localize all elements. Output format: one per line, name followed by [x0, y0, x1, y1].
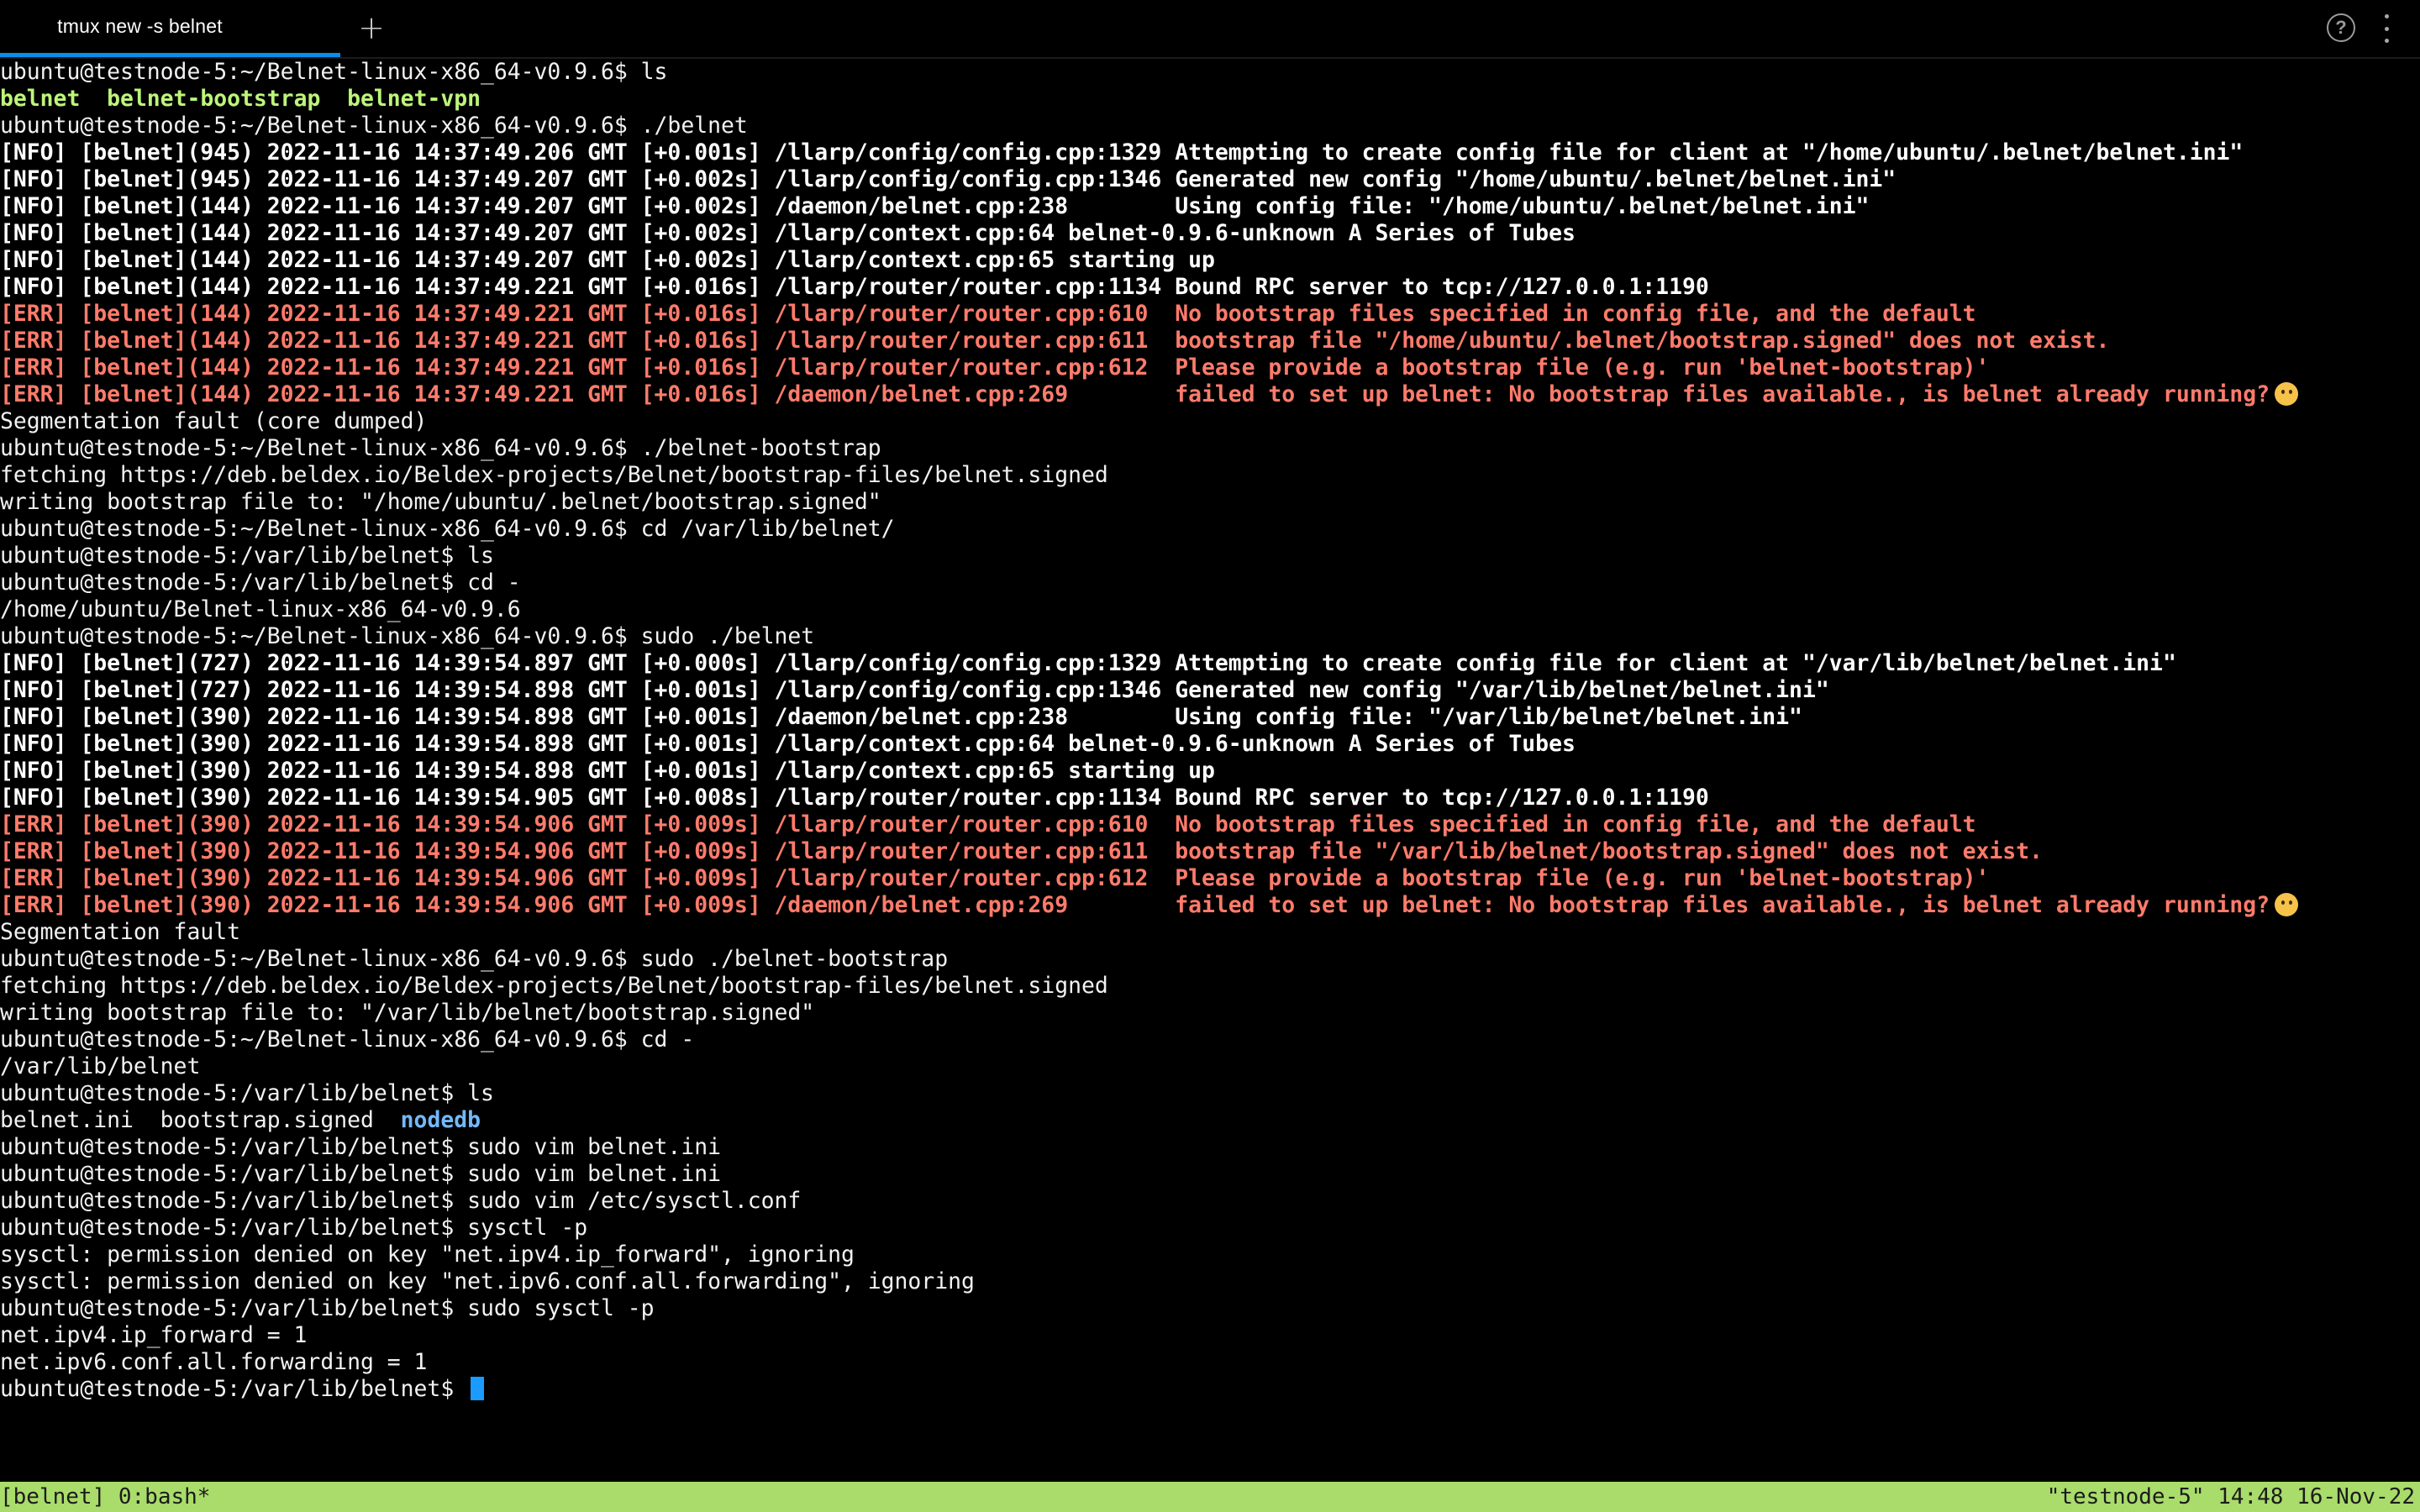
terminal-line: ubuntu@testnode-5:~/Belnet-linux-x86_64-…: [0, 1026, 695, 1053]
terminal-line: net.ipv4.ip_forward = 1: [0, 1322, 308, 1348]
terminal-line: writing bootstrap file to: "/home/ubuntu…: [0, 489, 881, 515]
terminal-cursor[interactable]: [471, 1377, 485, 1400]
terminal-line: ubuntu@testnode-5:/var/lib/belnet$ sudo …: [0, 1295, 655, 1321]
terminal-line: Segmentation fault: [0, 919, 240, 945]
log-info-line: [NFO] [belnet](727) 2022-11-16 14:39:54.…: [0, 677, 1829, 703]
log-info-line: [NFO] [belnet](390) 2022-11-16 14:39:54.…: [0, 731, 1576, 757]
tab-title: tmux new -s belnet: [57, 15, 223, 37]
terminal-line: ubuntu@testnode-5:~/Belnet-linux-x86_64-…: [0, 946, 949, 972]
log-error-line: [ERR] [belnet](390) 2022-11-16 14:39:54.…: [0, 892, 2420, 919]
tab-tmux-session[interactable]: tmux new -s belnet: [0, 0, 340, 57]
terminal-line: Segmentation fault (core dumped): [0, 408, 428, 434]
executable-belnet-bootstrap: belnet-bootstrap: [107, 86, 321, 112]
log-info-line: [NFO] [belnet](144) 2022-11-16 14:37:49.…: [0, 274, 1709, 300]
terminal-line: ubuntu@testnode-5:/var/lib/belnet$ ls: [0, 543, 494, 569]
terminal-line: ubuntu@testnode-5:/var/lib/belnet$ sudo …: [0, 1161, 721, 1187]
shell-prompt: ubuntu@testnode-5:/var/lib/belnet$: [0, 1376, 468, 1402]
log-error-line: [ERR] [belnet](144) 2022-11-16 14:37:49.…: [0, 328, 2110, 354]
terminal-line: fetching https://deb.beldex.io/Beldex-pr…: [0, 973, 1108, 999]
tmux-host-clock: "testnode-5" 14:48 16-Nov-22: [2046, 1484, 2415, 1509]
log-info-line: [NFO] [belnet](144) 2022-11-16 14:37:49.…: [0, 247, 1215, 273]
file-bootstrap-signed: bootstrap.signed: [160, 1107, 374, 1133]
terminal-line: ubuntu@testnode-5:~/Belnet-linux-x86_64-…: [0, 113, 748, 139]
terminal-line: net.ipv6.conf.all.forwarding = 1: [0, 1349, 428, 1375]
ls-output-line: belnet belnet-bootstrap belnet-vpn: [0, 86, 2420, 113]
terminal-line: ubuntu@testnode-5:~/Belnet-linux-x86_64-…: [0, 59, 668, 85]
ls-output-line: belnet.ini bootstrap.signed nodedb: [0, 1107, 2420, 1134]
terminal-line: ubuntu@testnode-5:~/Belnet-linux-x86_64-…: [0, 435, 881, 461]
tmux-status-bar: [belnet] 0:bash* "testnode-5" 14:48 16-N…: [0, 1482, 2420, 1512]
terminal-line: fetching https://deb.beldex.io/Beldex-pr…: [0, 462, 1108, 488]
terminal-line: ubuntu@testnode-5:/var/lib/belnet$ sysct…: [0, 1215, 588, 1241]
terminal-line: ubuntu@testnode-5:~/Belnet-linux-x86_64-…: [0, 623, 815, 649]
executable-belnet: belnet: [0, 86, 81, 112]
log-error-line: [ERR] [belnet](144) 2022-11-16 14:37:49.…: [0, 301, 1976, 327]
terminal-line: ubuntu@testnode-5:/var/lib/belnet$ cd -: [0, 570, 521, 596]
terminal-line: ubuntu@testnode-5:/var/lib/belnet$ sudo …: [0, 1134, 721, 1160]
thinking-face-icon: [2275, 382, 2299, 406]
log-info-line: [NFO] [belnet](945) 2022-11-16 14:37:49.…: [0, 166, 1897, 192]
tmux-window-list[interactable]: [belnet] 0:bash*: [0, 1482, 210, 1512]
log-error-line: [ERR] [belnet](390) 2022-11-16 14:39:54.…: [0, 811, 1976, 837]
new-tab-button[interactable]: +: [355, 9, 388, 46]
file-belnet-ini: belnet.ini: [0, 1107, 134, 1133]
directory-nodedb: nodedb: [400, 1107, 481, 1133]
thinking-face-icon: [2275, 893, 2299, 916]
log-error-line: [ERR] [belnet](390) 2022-11-16 14:39:54.…: [0, 865, 1990, 891]
terminal-line: writing bootstrap file to: "/var/lib/bel…: [0, 1000, 815, 1026]
log-error-line: [ERR] [belnet](144) 2022-11-16 14:37:49.…: [0, 354, 1990, 381]
kebab-menu-icon[interactable]: [2378, 14, 2395, 43]
log-info-line: [NFO] [belnet](144) 2022-11-16 14:37:49.…: [0, 193, 1870, 219]
log-info-line: [NFO] [belnet](390) 2022-11-16 14:39:54.…: [0, 758, 1215, 784]
terminal-line: ubuntu@testnode-5:/var/lib/belnet$ sudo …: [0, 1188, 802, 1214]
log-info-line: [NFO] [belnet](390) 2022-11-16 14:39:54.…: [0, 785, 1709, 811]
tab-bar: tmux new -s belnet + ?: [0, 0, 2420, 59]
log-error-line: [ERR] [belnet](144) 2022-11-16 14:37:49.…: [0, 381, 2420, 408]
log-info-line: [NFO] [belnet](945) 2022-11-16 14:37:49.…: [0, 139, 2244, 165]
log-error-line: [ERR] [belnet](390) 2022-11-16 14:39:54.…: [0, 838, 2043, 864]
log-info-line: [NFO] [belnet](144) 2022-11-16 14:37:49.…: [0, 220, 1576, 246]
terminal-line: ubuntu@testnode-5:~/Belnet-linux-x86_64-…: [0, 516, 895, 542]
terminal-line: ubuntu@testnode-5:/var/lib/belnet$ ls: [0, 1080, 494, 1106]
terminal-line: /home/ubuntu/Belnet-linux-x86_64-v0.9.6: [0, 596, 521, 622]
prompt-line[interactable]: ubuntu@testnode-5:/var/lib/belnet$: [0, 1376, 2420, 1403]
executable-belnet-vpn: belnet-vpn: [347, 86, 481, 112]
terminal-output[interactable]: ubuntu@testnode-5:~/Belnet-linux-x86_64-…: [0, 59, 2420, 1482]
help-icon[interactable]: ?: [2327, 13, 2355, 42]
terminal-line: /var/lib/belnet: [0, 1053, 201, 1079]
log-info-line: [NFO] [belnet](390) 2022-11-16 14:39:54.…: [0, 704, 1802, 730]
terminal-line: sysctl: permission denied on key "net.ip…: [0, 1268, 975, 1294]
log-info-line: [NFO] [belnet](727) 2022-11-16 14:39:54.…: [0, 650, 2176, 676]
terminal-line: sysctl: permission denied on key "net.ip…: [0, 1242, 855, 1268]
